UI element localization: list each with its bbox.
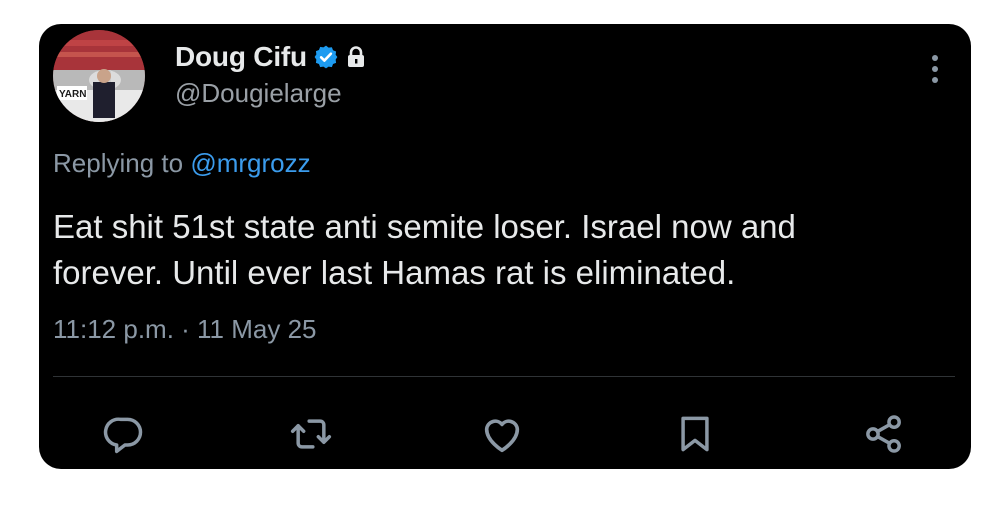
verified-badge-icon bbox=[313, 44, 339, 70]
share-icon bbox=[866, 415, 901, 453]
retweet-button[interactable] bbox=[287, 410, 335, 458]
like-button[interactable] bbox=[478, 410, 526, 458]
avatar[interactable]: YARN bbox=[53, 30, 145, 122]
bookmark-button[interactable] bbox=[671, 410, 719, 458]
more-options-button[interactable] bbox=[920, 50, 950, 88]
replying-to: Replying to @mrgrozz bbox=[53, 148, 311, 179]
share-button[interactable] bbox=[860, 410, 908, 458]
avatar-sign-text: YARN bbox=[59, 89, 86, 100]
retweet-icon bbox=[290, 419, 332, 449]
bookmark-icon bbox=[681, 416, 709, 452]
tweet-text: Eat shit 51st state anti semite loser. I… bbox=[53, 208, 796, 291]
reply-button[interactable] bbox=[100, 410, 148, 458]
reply-icon bbox=[103, 417, 143, 454]
user-name-row: Doug Cifu bbox=[175, 38, 367, 76]
replying-to-label: Replying to bbox=[53, 148, 184, 178]
divider bbox=[53, 376, 955, 377]
more-options-icon bbox=[932, 55, 938, 83]
lock-icon bbox=[345, 45, 367, 69]
display-name[interactable]: Doug Cifu bbox=[175, 41, 307, 73]
replying-to-mention[interactable]: @mrgrozz bbox=[190, 148, 310, 178]
heart-icon bbox=[484, 419, 520, 453]
tweet-card: YARN Doug Cifu @Dougielarge Replying to bbox=[39, 24, 971, 469]
tweet-timestamp[interactable]: 11:12 p.m. · 11 May 25 bbox=[53, 314, 317, 345]
user-handle[interactable]: @Dougielarge bbox=[175, 78, 342, 109]
